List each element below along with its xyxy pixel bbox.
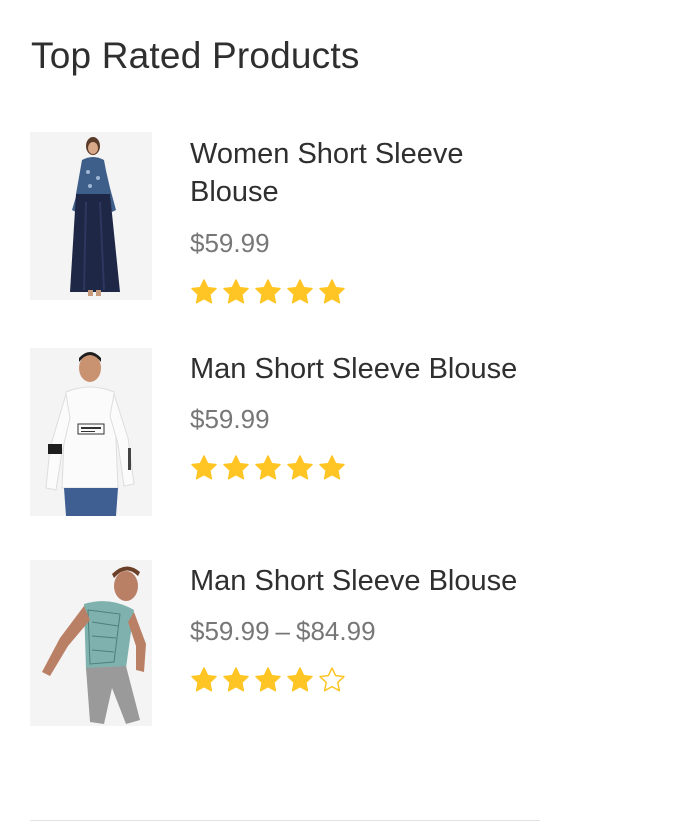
product-price-max: $84.99 — [296, 616, 376, 646]
price-range-separator: – — [275, 616, 290, 646]
product-info: Man Short Sleeve Blouse $59.99– $84.99 — [190, 560, 550, 693]
star-filled-icon — [190, 666, 218, 693]
product-price: $59.99 — [190, 402, 550, 436]
product-info: Man Short Sleeve Blouse $59.99 — [190, 348, 550, 481]
star-rating — [190, 666, 550, 693]
divider — [30, 820, 540, 821]
product-thumbnail[interactable] — [30, 348, 152, 516]
star-rating — [190, 454, 550, 481]
star-filled-icon — [286, 454, 314, 481]
product-price-min: $59.99 — [190, 616, 270, 646]
product-info: Women Short Sleeve Blouse $59.99 — [190, 132, 550, 305]
product-name-link[interactable]: Man Short Sleeve Blouse — [190, 350, 550, 388]
star-filled-icon — [190, 454, 218, 481]
star-filled-icon — [222, 454, 250, 481]
woman-dress-photo — [30, 132, 152, 300]
widget-title: Top Rated Products — [31, 35, 360, 76]
man-green-shirt-photo — [30, 560, 152, 726]
man-white-shirt-photo — [30, 348, 152, 516]
product-price: $59.99– $84.99 — [190, 614, 550, 648]
star-empty-icon — [318, 666, 346, 693]
product-name-link[interactable]: Man Short Sleeve Blouse — [190, 562, 550, 600]
star-filled-icon — [286, 278, 314, 305]
product-price-amount: $59.99 — [190, 404, 270, 434]
product-price-amount: $59.99 — [190, 228, 270, 258]
star-filled-icon — [222, 278, 250, 305]
product-thumbnail[interactable] — [30, 560, 152, 726]
star-filled-icon — [254, 454, 282, 481]
star-filled-icon — [254, 666, 282, 693]
product-thumbnail[interactable] — [30, 132, 152, 300]
star-filled-icon — [286, 666, 314, 693]
product-name-link[interactable]: Women Short Sleeve Blouse — [190, 135, 550, 211]
star-rating — [190, 278, 550, 305]
star-filled-icon — [318, 454, 346, 481]
product-price: $59.99 — [190, 226, 550, 260]
star-filled-icon — [222, 666, 250, 693]
star-filled-icon — [190, 278, 218, 305]
star-filled-icon — [254, 278, 282, 305]
star-filled-icon — [318, 278, 346, 305]
